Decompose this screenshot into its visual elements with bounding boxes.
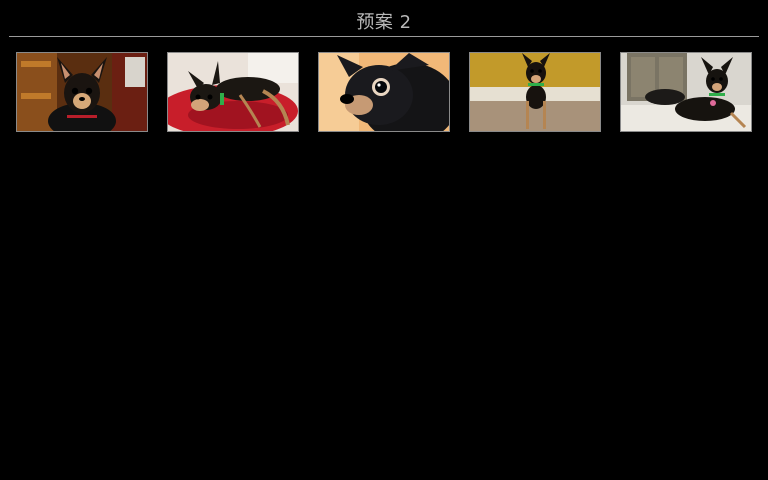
photo-thumbnail-4[interactable] [469, 52, 601, 132]
header-divider [9, 36, 759, 37]
photo-thumbnail-3[interactable] [318, 52, 450, 132]
dog-photo-icon [17, 53, 147, 131]
photo-thumbnail-1[interactable] [16, 52, 148, 132]
photo-thumbnail-2[interactable] [167, 52, 299, 132]
dog-photo-icon [470, 53, 600, 131]
photo-thumbnail-5[interactable] [620, 52, 752, 132]
dog-photo-icon [319, 53, 449, 131]
page-title: 预案 2 [356, 12, 412, 33]
title-bar: 预案 2 [0, 0, 768, 37]
dog-photo-icon [621, 53, 751, 131]
dog-photo-icon [168, 53, 298, 131]
